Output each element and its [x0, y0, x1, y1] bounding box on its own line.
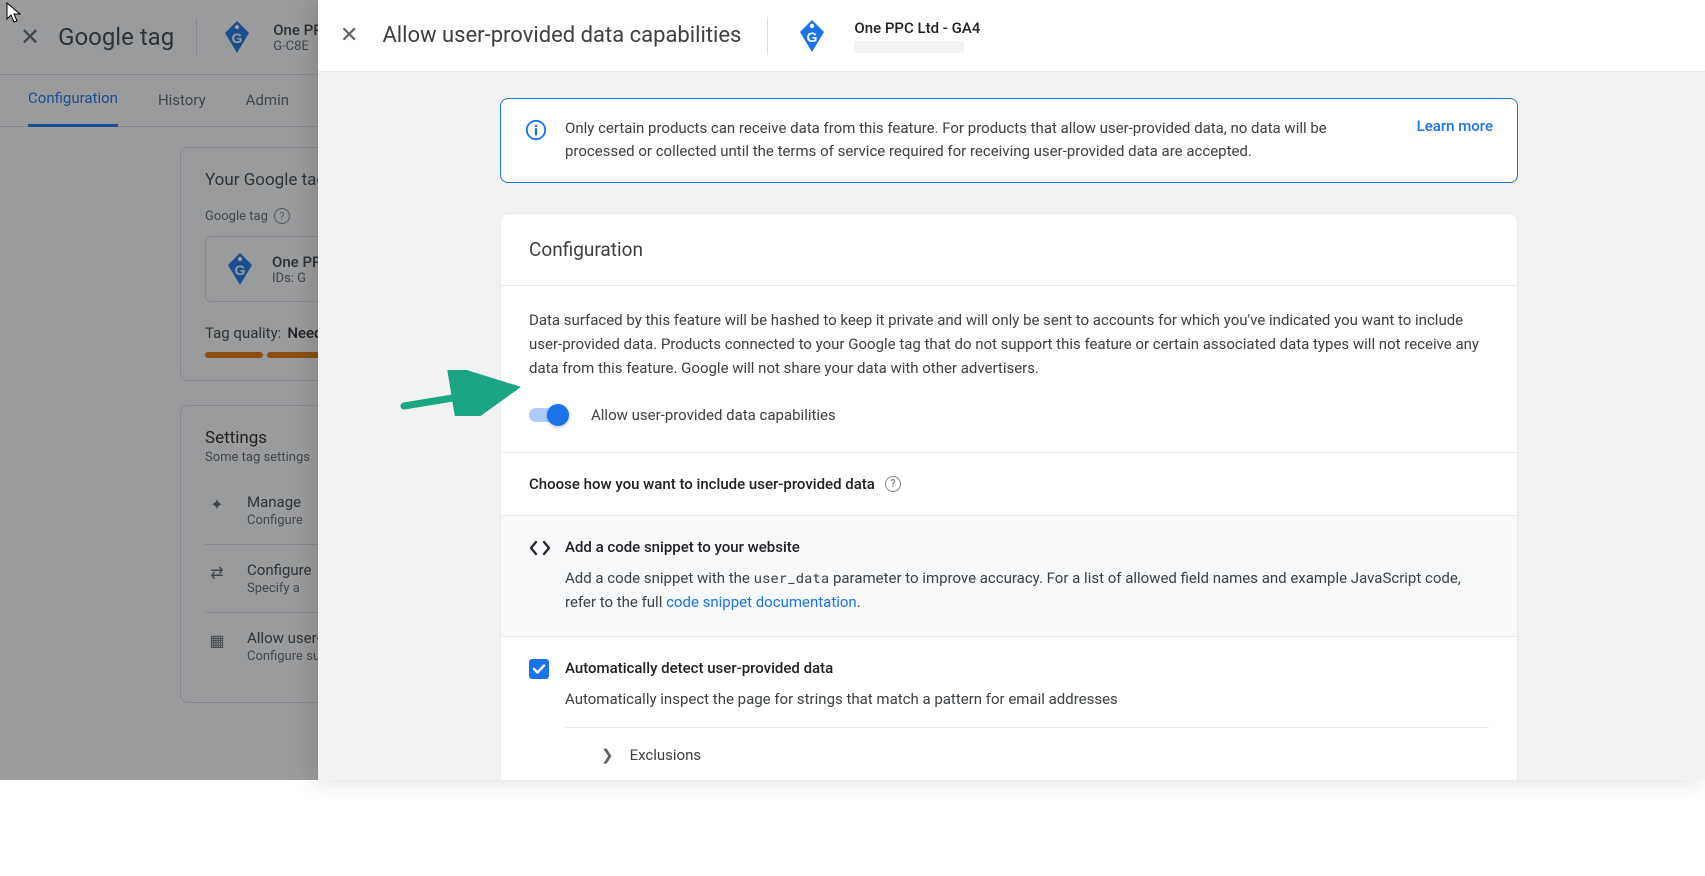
option-auto-detect: Automatically detect user-provided data …	[501, 636, 1517, 781]
learn-more-link[interactable]: Learn more	[1417, 117, 1493, 135]
banner-text: Only certain products can receive data f…	[565, 117, 1389, 164]
info-banner: Only certain products can receive data f…	[500, 98, 1518, 183]
option2-desc: Automatically inspect the page for strin…	[565, 687, 1489, 711]
id-card-icon: ▦	[205, 629, 229, 650]
info-icon	[525, 119, 547, 141]
gtag-icon: G	[794, 18, 830, 54]
tab-admin[interactable]: Admin	[246, 91, 289, 111]
code-snippet-doc-link[interactable]: code snippet documentation	[666, 593, 857, 611]
exclusions-expand[interactable]: ❯ Exclusions	[565, 727, 1489, 764]
tab-history[interactable]: History	[158, 91, 206, 111]
svg-text:G: G	[807, 29, 818, 45]
option1-title: Add a code snippet to your website	[565, 538, 1489, 556]
panel-tag-id-redacted	[854, 41, 964, 53]
arrows-icon: ⇄	[205, 561, 229, 582]
side-panel: ✕ Allow user-provided data capabilities …	[318, 0, 1705, 780]
allow-user-data-toggle[interactable]	[529, 404, 569, 426]
option1-desc: Add a code snippet with the user_data pa…	[565, 566, 1489, 614]
close-icon[interactable]: ✕	[20, 23, 40, 51]
configuration-card: Configuration Data surfaced by this feat…	[500, 213, 1518, 781]
close-icon[interactable]: ✕	[340, 23, 358, 48]
bg-page-title: Google tag	[58, 23, 174, 51]
config-description: Data surfaced by this feature will be ha…	[501, 286, 1517, 380]
choose-heading: Choose how you want to include user-prov…	[501, 452, 1517, 515]
gtag-icon: G	[219, 19, 255, 55]
option2-title: Automatically detect user-provided data	[565, 659, 1489, 677]
toggle-label: Allow user-provided data capabilities	[591, 406, 836, 424]
panel-title: Allow user-provided data capabilities	[382, 23, 741, 48]
svg-text:G: G	[232, 30, 243, 46]
tab-configuration[interactable]: Configuration	[28, 75, 118, 127]
help-icon[interactable]: ?	[885, 476, 901, 492]
sparkle-icon: ✦	[205, 493, 229, 514]
svg-text:G: G	[235, 262, 246, 278]
chevron-right-icon: ❯	[601, 746, 614, 764]
panel-tag-name: One PPC Ltd - GA4	[854, 19, 980, 37]
config-heading: Configuration	[501, 214, 1517, 286]
code-icon	[529, 539, 549, 561]
option-code-snippet: Add a code snippet to your website Add a…	[501, 515, 1517, 636]
auto-detect-checkbox[interactable]	[529, 659, 549, 679]
help-icon[interactable]: ?	[274, 208, 290, 224]
gtag-icon: G	[222, 251, 258, 287]
